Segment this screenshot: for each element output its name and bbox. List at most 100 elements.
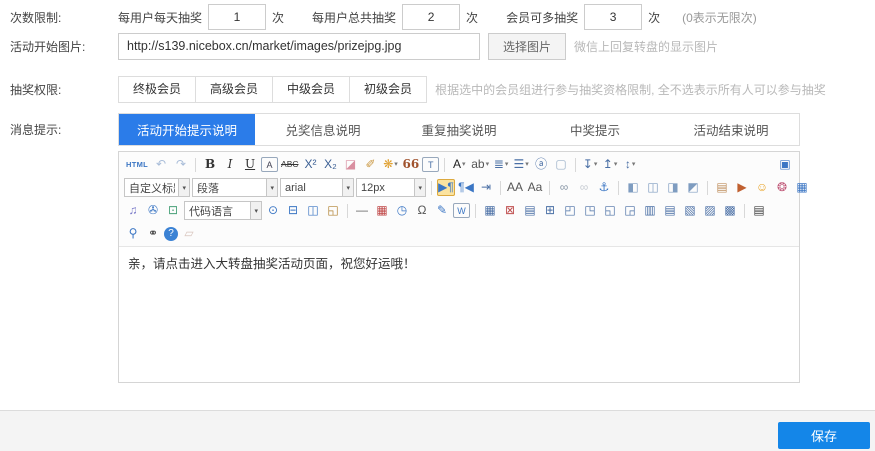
member-group-button[interactable]: 初级会员 <box>350 76 427 103</box>
uppercase-icon[interactable]: AA <box>506 179 524 196</box>
graffiti-icon[interactable]: ❂ <box>773 179 791 196</box>
table-prop-icon[interactable]: ▤ <box>521 202 539 219</box>
image-align-center-icon[interactable]: ◫ <box>644 179 662 196</box>
delete-col-icon[interactable]: ▤ <box>661 202 679 219</box>
split-cells-icon[interactable]: ▨ <box>701 202 719 219</box>
insert-row-above-icon[interactable]: ◰ <box>561 202 579 219</box>
format-brush-icon[interactable]: ✐ <box>362 156 380 173</box>
font-size-select[interactable]: 12px▾ <box>356 178 426 197</box>
ordered-list-icon[interactable]: ≣▾ <box>492 156 510 173</box>
find-replace-icon[interactable]: ⚭ <box>144 225 162 242</box>
preview-icon[interactable]: ⚲ <box>124 225 142 242</box>
html-source-icon[interactable]: HTML <box>124 160 150 169</box>
delete-row-icon[interactable]: ▥ <box>641 202 659 219</box>
total-input[interactable] <box>402 4 460 30</box>
remove-format-icon[interactable]: ❋▾ <box>382 156 400 173</box>
calendar-icon[interactable]: ▦ <box>373 202 391 219</box>
unlink-icon[interactable]: ∞ <box>575 179 593 196</box>
merge-cells-icon[interactable]: ▧ <box>681 202 699 219</box>
member-group-button[interactable]: 高级会员 <box>196 76 273 103</box>
horizontal-rule-icon[interactable]: — <box>353 202 371 219</box>
table-source-icon[interactable]: ▩ <box>721 202 739 219</box>
image-align-left-icon[interactable]: ◧ <box>624 179 642 196</box>
toolbar-separator <box>444 158 445 172</box>
special-char-icon[interactable]: Ω <box>413 202 431 219</box>
insert-image-icon[interactable]: ▤ <box>713 179 731 196</box>
code-language-select[interactable]: 代码语言▾ <box>184 201 262 220</box>
per-day-input[interactable] <box>208 4 266 30</box>
font-family-select[interactable]: arial▾ <box>280 178 354 197</box>
insert-table-icon[interactable]: ▦ <box>481 202 499 219</box>
undo-icon[interactable]: ↶ <box>152 156 170 173</box>
blockquote-icon[interactable]: 66 <box>402 156 421 173</box>
align-justify-icon[interactable]: ↧▾ <box>581 156 599 173</box>
unordered-list-icon[interactable]: ☰▾ <box>512 156 530 173</box>
insert-media-icon[interactable]: ⊡ <box>164 202 182 219</box>
delete-table-icon[interactable]: ⊠ <box>501 202 519 219</box>
subscript-icon[interactable]: X₂ <box>322 156 340 173</box>
member-group-button[interactable]: 中级会员 <box>273 76 350 103</box>
page-break-icon[interactable]: ⊟ <box>284 202 302 219</box>
font-color-icon[interactable]: A▾ <box>450 156 468 173</box>
multi-column-icon[interactable]: ◫ <box>304 202 322 219</box>
total-unit: 次 <box>466 9 478 26</box>
bold-icon[interactable]: B <box>201 156 219 173</box>
custom-style-select[interactable]: 自定义标题▾ <box>124 178 190 197</box>
insert-flash-icon[interactable]: ▶ <box>733 179 751 196</box>
paste-text-icon[interactable]: T <box>422 157 439 172</box>
member-group-button[interactable]: 终极会员 <box>118 76 196 103</box>
insert-col-right-icon[interactable]: ◱ <box>601 202 619 219</box>
new-page-icon[interactable]: ▢ <box>552 156 570 173</box>
message-tab[interactable]: 活动开始提示说明 <box>119 114 255 145</box>
insert-video-icon[interactable]: ▦ <box>793 179 811 196</box>
screenshot-icon[interactable]: ◱ <box>324 202 342 219</box>
toolbar-separator <box>475 204 476 218</box>
lowercase-icon[interactable]: Aa <box>526 179 544 196</box>
indent-icon[interactable]: ⇥ <box>477 179 495 196</box>
image-align-right-icon[interactable]: ◨ <box>664 179 682 196</box>
limits-hint: (0表示无限次) <box>682 9 757 26</box>
line-height-icon[interactable]: ↕▾ <box>621 156 639 173</box>
emoticon-icon[interactable]: ☺ <box>753 179 771 196</box>
highlight-color-icon[interactable]: ab▾ <box>470 156 490 173</box>
attachment-icon[interactable]: ✇ <box>144 202 162 219</box>
superscript-icon[interactable]: X² <box>302 156 320 173</box>
print-icon[interactable]: ▤ <box>750 202 768 219</box>
time-icon[interactable]: ◷ <box>393 202 411 219</box>
italic-icon[interactable]: I <box>221 156 239 173</box>
link-icon[interactable]: ∞ <box>555 179 573 196</box>
music-icon[interactable]: ♫ <box>124 202 142 219</box>
fullscreen-icon[interactable]: ▣ <box>776 156 794 173</box>
word-paste-icon[interactable]: W <box>453 203 470 218</box>
insert-row-below-icon[interactable]: ◲ <box>621 202 639 219</box>
chevron-down-icon: ▾ <box>614 156 618 173</box>
ltr-paragraph-icon[interactable]: ▶¶ <box>437 179 455 196</box>
anchor-icon[interactable]: ⚓ <box>595 179 613 196</box>
quick-edit-icon[interactable]: ✎ <box>433 202 451 219</box>
eraser-icon[interactable]: ◪ <box>342 156 360 173</box>
choose-image-button[interactable]: 选择图片 <box>488 33 566 60</box>
paragraph-indent-icon[interactable]: ↥▾ <box>601 156 619 173</box>
underline-icon[interactable]: U <box>241 156 259 173</box>
message-tab[interactable]: 中奖提示 <box>527 114 663 145</box>
paragraph-format-select[interactable]: 段落▾ <box>192 178 278 197</box>
font-border-icon[interactable]: A <box>261 157 278 172</box>
cell-prop-icon[interactable]: ⊞ <box>541 202 559 219</box>
strikethrough-icon[interactable]: ABC <box>280 156 299 173</box>
message-tab[interactable]: 兑奖信息说明 <box>255 114 391 145</box>
member-extra-input[interactable] <box>584 4 642 30</box>
auto-typeset-icon[interactable]: ⓐ <box>532 156 550 173</box>
paste-disabled-icon[interactable]: ▱ <box>180 225 198 242</box>
rtl-paragraph-icon[interactable]: ¶◀ <box>457 179 475 196</box>
insert-col-left-icon[interactable]: ◳ <box>581 202 599 219</box>
message-tab[interactable]: 重复抽奖说明 <box>391 114 527 145</box>
save-button[interactable]: 保存 <box>778 422 870 449</box>
help-icon[interactable]: ? <box>164 227 178 241</box>
message-tab[interactable]: 活动结束说明 <box>663 114 799 145</box>
insert-code-icon[interactable]: ⊙ <box>264 202 282 219</box>
image-block-icon[interactable]: ◩ <box>684 179 702 196</box>
start-image-url-input[interactable] <box>118 33 480 60</box>
redo-icon[interactable]: ↷ <box>172 156 190 173</box>
start-image-hint: 微信上回复转盘的显示图片 <box>574 38 718 55</box>
editor-content-area[interactable]: 亲，请点击进入大转盘抽奖活动页面，祝您好运哦！ <box>119 247 799 382</box>
